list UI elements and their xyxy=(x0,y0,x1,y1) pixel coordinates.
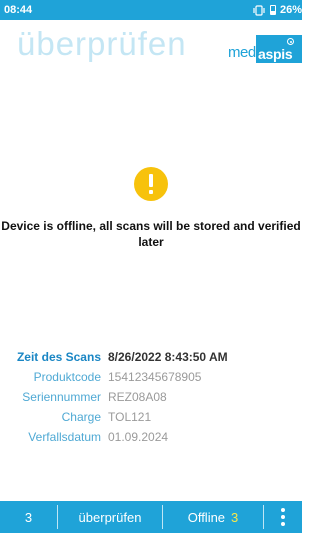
page-title: überprüfen xyxy=(17,25,187,62)
medaspis-logo: med aspis xyxy=(228,35,302,64)
logo-dot-icon xyxy=(287,38,294,45)
detail-row-product-code: Produktcode 15412345678905 xyxy=(0,367,302,387)
detail-row-serial-number: Seriennummer REZ08A08 xyxy=(0,387,302,407)
offline-button[interactable]: Offline 3 xyxy=(163,501,263,533)
detail-value: 15412345678905 xyxy=(108,370,202,384)
detail-value: 8/26/2022 8:43:50 AM xyxy=(108,350,228,364)
detail-label: Verfallsdatum xyxy=(28,430,101,444)
status-icons: 26% xyxy=(252,4,302,16)
bottom-toolbar: 3 überprüfen Offline 3 xyxy=(0,501,302,533)
battery-icon xyxy=(269,5,276,15)
detail-label: Charge xyxy=(61,410,101,424)
offline-count-badge: 3 xyxy=(231,509,239,525)
detail-value: REZ08A08 xyxy=(108,390,167,404)
offline-label: Offline xyxy=(187,509,226,525)
detail-value: TOL121 xyxy=(108,410,152,424)
warning-icon-dot xyxy=(149,190,153,194)
detail-label: Produktcode xyxy=(33,370,101,384)
offline-message: Device is offline, all scans will be sto… xyxy=(1,219,301,249)
detail-row-batch: Charge TOL121 xyxy=(0,407,302,427)
menu-dot xyxy=(281,522,285,526)
scan-count-button[interactable]: 3 xyxy=(0,501,57,533)
verify-button[interactable]: überprüfen xyxy=(58,501,162,533)
detail-value: 01.09.2024 xyxy=(108,430,169,444)
more-vertical-icon[interactable] xyxy=(264,501,302,533)
vibrate-icon xyxy=(252,4,266,16)
logo-text-aspis: aspis xyxy=(258,46,293,62)
detail-row-expiry-date: Verfallsdatum 01.09.2024 xyxy=(0,427,302,447)
logo-box: aspis xyxy=(256,35,302,63)
scan-details: Zeit des Scans 8/26/2022 8:43:50 AM Prod… xyxy=(0,347,302,447)
warning-icon xyxy=(134,167,168,201)
menu-dot xyxy=(281,508,285,512)
detail-label: Zeit des Scans xyxy=(16,350,101,364)
status-bar: 08:44 26% xyxy=(0,0,302,20)
detail-row-scan-time: Zeit des Scans 8/26/2022 8:43:50 AM xyxy=(0,347,302,367)
logo-text-med: med xyxy=(228,44,256,61)
status-time: 08:44 xyxy=(4,4,33,16)
battery-level: 26% xyxy=(279,4,302,16)
menu-dot xyxy=(281,515,285,519)
app-screen: 08:44 26% überprüfen med aspis Device is… xyxy=(0,0,302,533)
warning-icon-bar xyxy=(149,174,153,187)
detail-label: Seriennummer xyxy=(22,390,101,404)
